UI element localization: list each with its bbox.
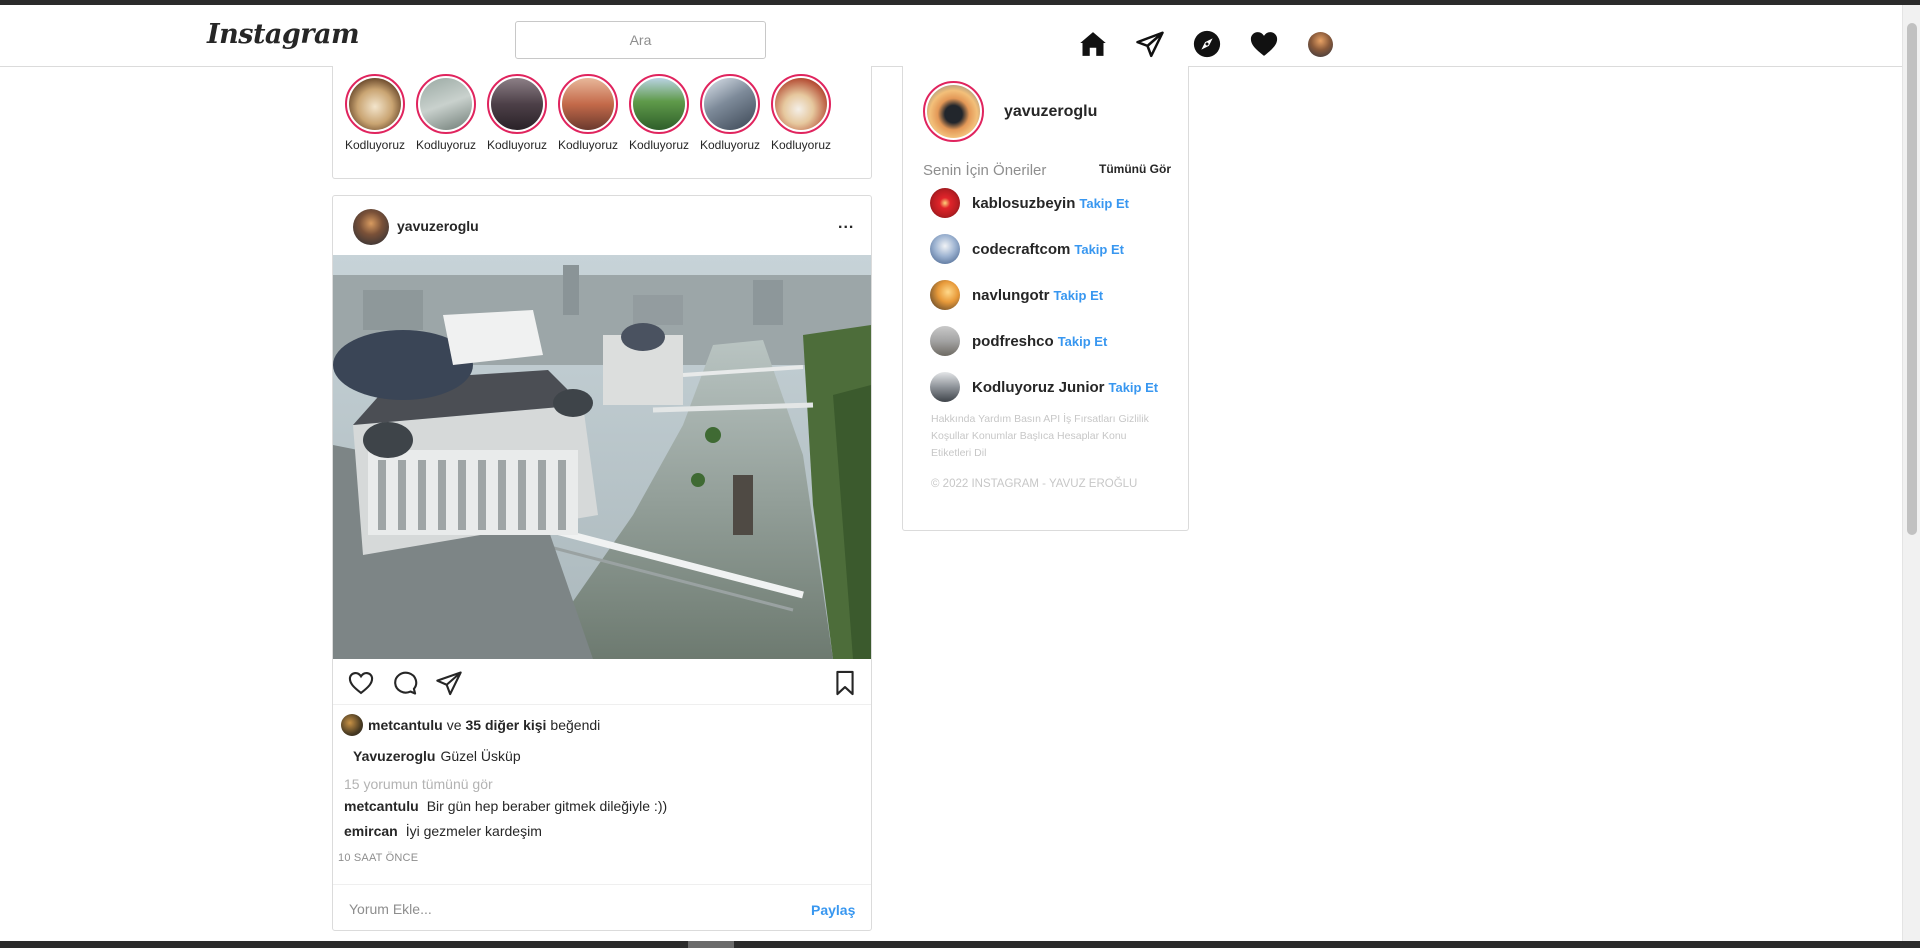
vertical-scrollbar[interactable]	[1902, 5, 1920, 941]
stories-tray: Kodluyoruz Kodluyoruz Kodluyoruz Kodluyo…	[332, 66, 872, 179]
scrollbar-thumb[interactable]	[1907, 23, 1917, 535]
story-item[interactable]: Kodluyoruz	[411, 74, 481, 152]
story-thumbnail	[633, 78, 685, 130]
post-author-username[interactable]: yavuzeroglu	[397, 218, 479, 234]
footer-links[interactable]: Hakkında Yardım Basın API İş Fırsatları …	[931, 411, 1161, 462]
direct-message-icon[interactable]	[1135, 29, 1165, 59]
suggestion-username[interactable]: podfreshco	[972, 333, 1054, 350]
suggestion-avatar[interactable]	[930, 234, 960, 264]
copyright-text: © 2022 INSTAGRAM - YAVUZ EROĞLU	[931, 478, 1138, 490]
story-label: Kodluyoruz	[415, 138, 477, 152]
story-label: Kodluyoruz	[628, 138, 690, 152]
comment-text: İyi gezmeler kardeşim	[405, 823, 542, 839]
suggestion-item: kablosuzbeyin Takip Et	[930, 188, 1180, 218]
story-thumbnail	[491, 78, 543, 130]
suggestion-username[interactable]: navlungotr	[972, 287, 1050, 304]
post-comment-button[interactable]: Paylaş	[811, 902, 855, 918]
home-icon[interactable]	[1078, 29, 1108, 59]
post-header: yavuzeroglu ...	[333, 196, 871, 255]
suggestion-username[interactable]: Kodluyoruz Junior	[972, 379, 1105, 396]
story-label: Kodluyoruz	[557, 138, 619, 152]
story-item[interactable]: Kodluyoruz	[624, 74, 694, 152]
feed-post: yavuzeroglu ... metcantulu ve 35 diğer k…	[332, 195, 872, 931]
sidebar-profile-avatar[interactable]	[923, 81, 984, 142]
suggestion-avatar[interactable]	[930, 326, 960, 356]
story-thumbnail	[349, 78, 401, 130]
search-input[interactable]	[515, 21, 766, 59]
more-options-icon[interactable]: ...	[838, 215, 854, 233]
post-caption: Yavuzeroglu Güzel Üsküp	[353, 748, 521, 764]
post-author-avatar[interactable]	[353, 209, 389, 245]
add-comment-bar: Paylaş	[333, 884, 871, 931]
comment-username[interactable]: metcantulu	[344, 798, 419, 814]
likes-summary: metcantulu ve 35 diğer kişi beğendi	[341, 714, 604, 736]
liker-username[interactable]: metcantulu	[368, 717, 443, 733]
caption-username[interactable]: Yavuzeroglu	[353, 748, 435, 764]
likes-others-count[interactable]: 35 diğer kişi	[465, 717, 546, 733]
post-photo[interactable]	[333, 255, 871, 659]
suggestions-title: Senin İçin Öneriler	[923, 162, 1047, 179]
activity-heart-icon[interactable]	[1249, 29, 1279, 59]
suggestion-item: navlungotr Takip Et	[930, 280, 1180, 310]
follow-button[interactable]: Takip Et	[1079, 196, 1129, 211]
likes-and-text: ve	[446, 717, 462, 733]
story-item[interactable]: Kodluyoruz	[766, 74, 836, 152]
story-thumbnail	[562, 78, 614, 130]
story-item[interactable]: Kodluyoruz	[340, 74, 410, 152]
post-actions-bar	[333, 661, 871, 705]
story-label: Kodluyoruz	[699, 138, 761, 152]
caption-text: Güzel Üsküp	[440, 748, 521, 764]
suggestion-avatar[interactable]	[930, 188, 960, 218]
explore-icon[interactable]	[1192, 29, 1222, 59]
story-thumbnail	[420, 78, 472, 130]
story-label: Kodluyoruz	[770, 138, 832, 152]
story-label: Kodluyoruz	[486, 138, 548, 152]
instagram-logo[interactable]: Instagram	[207, 19, 360, 50]
liker-avatar[interactable]	[341, 714, 363, 736]
follow-button[interactable]: Takip Et	[1109, 380, 1159, 395]
story-label: Kodluyoruz	[344, 138, 406, 152]
comment-input[interactable]	[349, 896, 769, 922]
story-thumbnail	[704, 78, 756, 130]
like-heart-icon[interactable]	[347, 669, 375, 697]
top-navbar: Instagram	[0, 5, 1902, 67]
suggestion-avatar[interactable]	[930, 280, 960, 310]
suggestion-avatar[interactable]	[930, 372, 960, 402]
follow-button[interactable]: Takip Et	[1074, 242, 1124, 257]
story-item[interactable]: Kodluyoruz	[553, 74, 623, 152]
right-sidebar: yavuzeroglu Senin İçin Öneriler Tümünü G…	[902, 66, 1189, 531]
post-timestamp: 10 SAAT ÖNCE	[338, 852, 419, 864]
suggestion-username[interactable]: codecraftcom	[972, 241, 1070, 258]
see-all-link[interactable]: Tümünü Gör	[1099, 162, 1171, 176]
view-all-comments-link[interactable]: 15 yorumun tümünü gör	[344, 776, 493, 792]
comment-username[interactable]: emircan	[344, 823, 398, 839]
suggestion-item: Kodluyoruz Junior Takip Et	[930, 372, 1180, 402]
comment-text: Bir gün hep beraber gitmek dileğiyle :))	[426, 798, 668, 814]
story-item[interactable]: Kodluyoruz	[695, 74, 765, 152]
sidebar-username[interactable]: yavuzeroglu	[1004, 103, 1097, 121]
bookmark-icon[interactable]	[831, 669, 859, 697]
follow-button[interactable]: Takip Et	[1054, 288, 1104, 303]
story-item[interactable]: Kodluyoruz	[482, 74, 552, 152]
likes-suffix-text: beğendi	[550, 717, 601, 733]
suggestion-item: podfreshco Takip Et	[930, 326, 1180, 356]
comment-item: metcantulu Bir gün hep beraber gitmek dil…	[344, 798, 667, 814]
share-icon[interactable]	[435, 669, 463, 697]
suggestion-username[interactable]: kablosuzbeyin	[972, 195, 1075, 212]
window-bottom-strip	[0, 941, 1920, 948]
profile-avatar[interactable]	[1308, 32, 1333, 57]
comment-icon[interactable]	[390, 669, 418, 697]
suggestion-item: codecraftcom Takip Et	[930, 234, 1180, 264]
story-thumbnail	[775, 78, 827, 130]
comment-item: emircan İyi gezmeler kardeşim	[344, 823, 542, 839]
follow-button[interactable]: Takip Et	[1058, 334, 1108, 349]
